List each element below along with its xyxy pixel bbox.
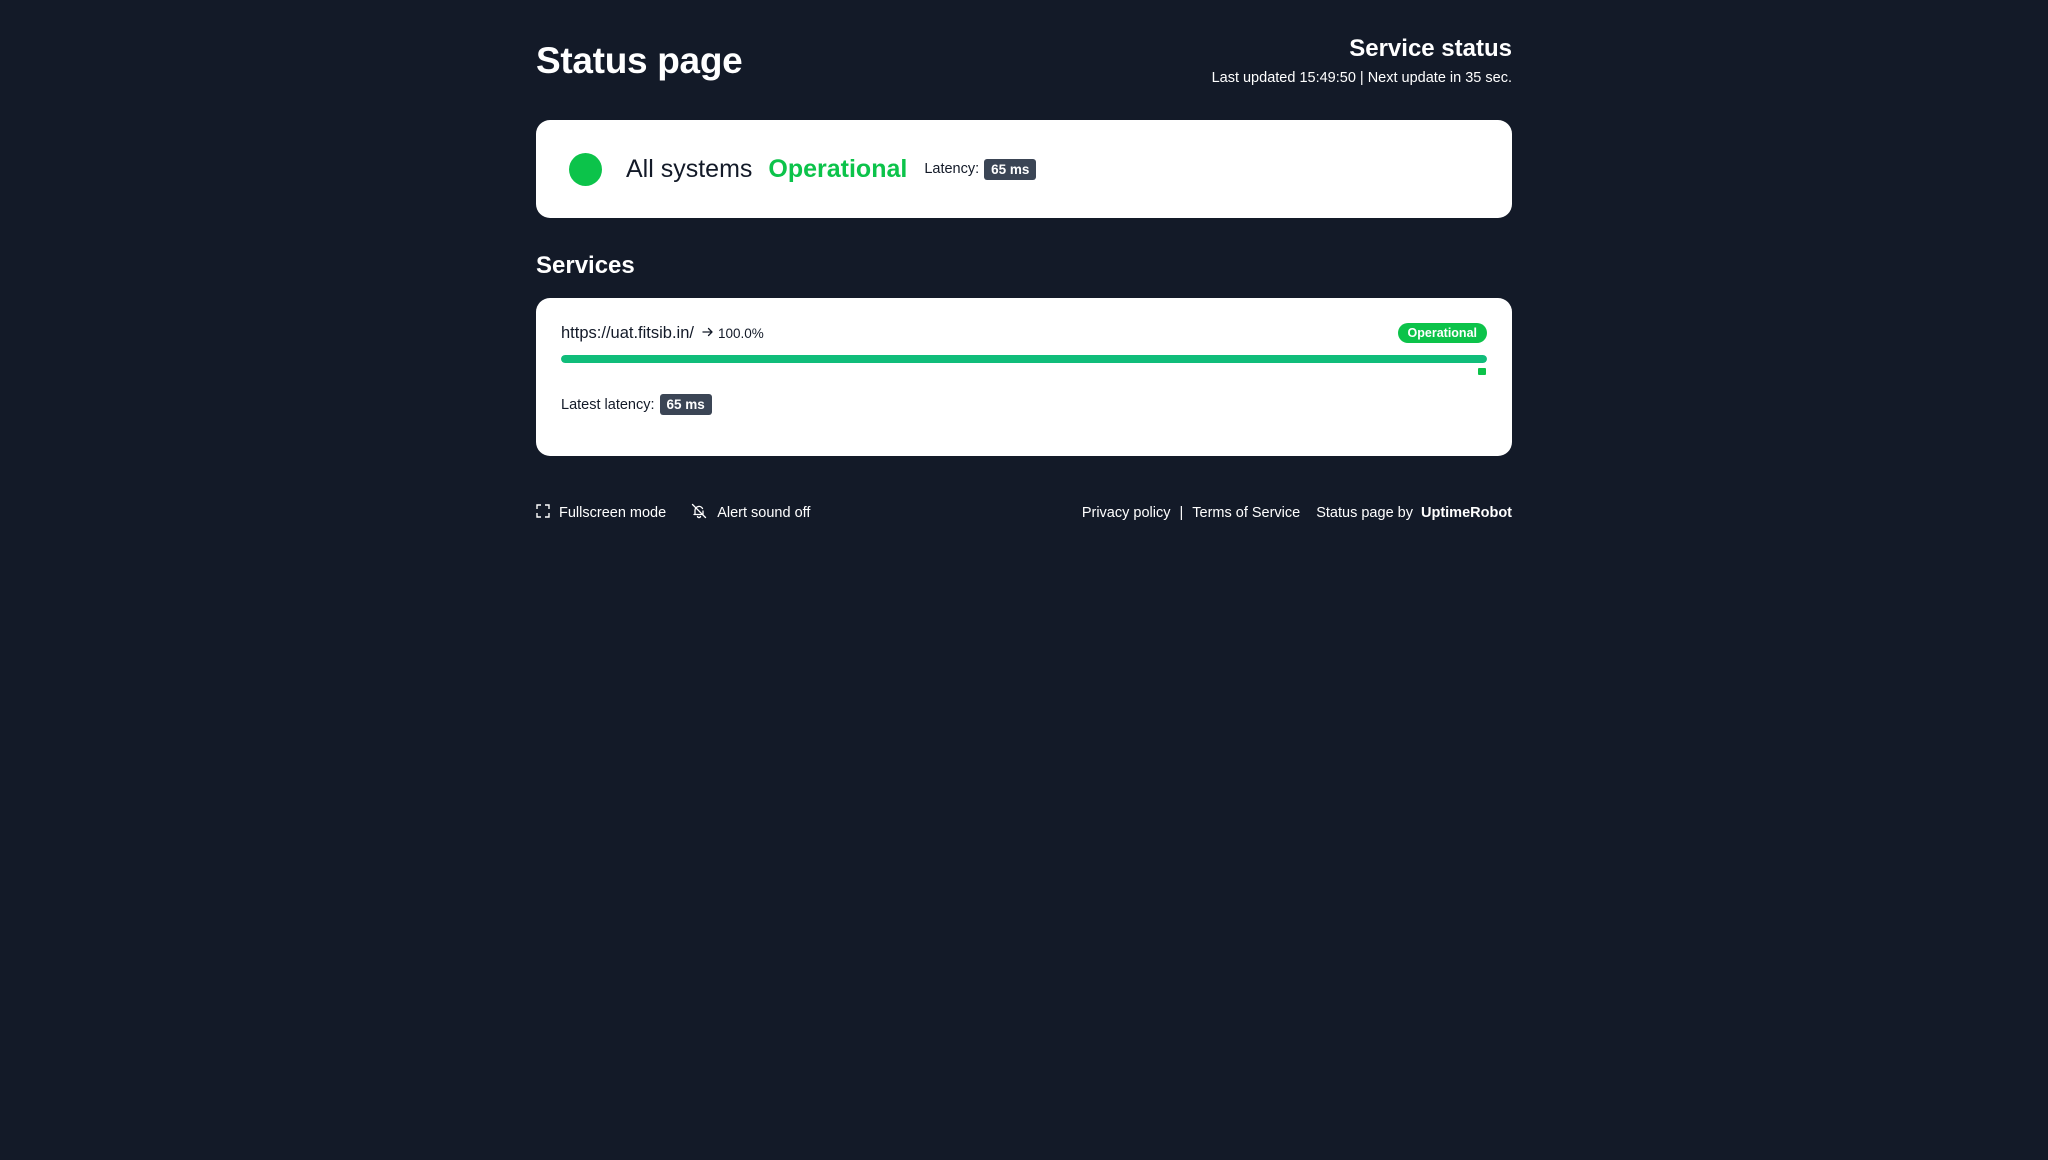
- service-header-row: https://uat.fitsib.in/ 100.0% Operationa…: [561, 323, 1487, 343]
- footer-links: Privacy policy | Terms of Service Status…: [1082, 505, 1512, 521]
- fullscreen-icon: [536, 504, 559, 522]
- latency-badge: 65 ms: [984, 158, 1037, 180]
- service-status-summary: Service status Last updated 15:49:50 | N…: [1212, 34, 1512, 88]
- fullscreen-button[interactable]: Fullscreen mode: [536, 504, 666, 522]
- all-systems-label: All systems: [626, 154, 753, 183]
- alert-sound-label: Alert sound off: [717, 505, 811, 521]
- terms-of-service-link[interactable]: Terms of Service: [1192, 505, 1300, 521]
- fullscreen-label: Fullscreen mode: [559, 505, 667, 521]
- privacy-policy-link[interactable]: Privacy policy: [1082, 505, 1171, 521]
- uptime-bar-fill: [561, 355, 1487, 363]
- service-url[interactable]: https://uat.fitsib.in/: [561, 324, 694, 343]
- status-page: Status page Service status Last updated …: [536, 0, 1512, 521]
- status-dot-icon: [569, 152, 602, 186]
- latest-latency: Latest latency: 65 ms: [561, 394, 712, 415]
- service-card: https://uat.fitsib.in/ 100.0% Operationa…: [536, 298, 1512, 456]
- uptime-bar[interactable]: [561, 355, 1487, 363]
- uptime-percentage: 100.0%: [717, 325, 764, 341]
- footer: Fullscreen mode Alert sound off Privacy …: [536, 501, 1512, 525]
- arrow-right-icon: [702, 326, 714, 341]
- service-status-title: Service status: [1349, 35, 1512, 62]
- latest-latency-label: Latest latency:: [561, 396, 655, 413]
- page-title: Status page: [536, 40, 743, 81]
- service-status-badge: Operational: [1397, 323, 1487, 343]
- uptimerobot-link[interactable]: UptimeRobot: [1421, 505, 1512, 521]
- status-page-by-label: Status page by: [1316, 505, 1413, 521]
- page-header: Status page Service status Last updated …: [536, 0, 1512, 120]
- footer-separator: |: [1179, 505, 1184, 521]
- latency-label: Latency:: [924, 161, 980, 177]
- overall-status-text: Operational: [768, 154, 908, 183]
- uptime-marker: [1478, 368, 1486, 375]
- alert-sound-button[interactable]: Alert sound off: [690, 502, 810, 524]
- update-timestamp: Last updated 15:49:50 | Next update in 3…: [1211, 70, 1512, 86]
- overall-status-card: All systems Operational Latency: 65 ms: [536, 120, 1512, 218]
- latest-latency-badge: 65 ms: [659, 394, 712, 415]
- bell-off-icon: [690, 502, 717, 524]
- services-heading: Services: [536, 252, 635, 279]
